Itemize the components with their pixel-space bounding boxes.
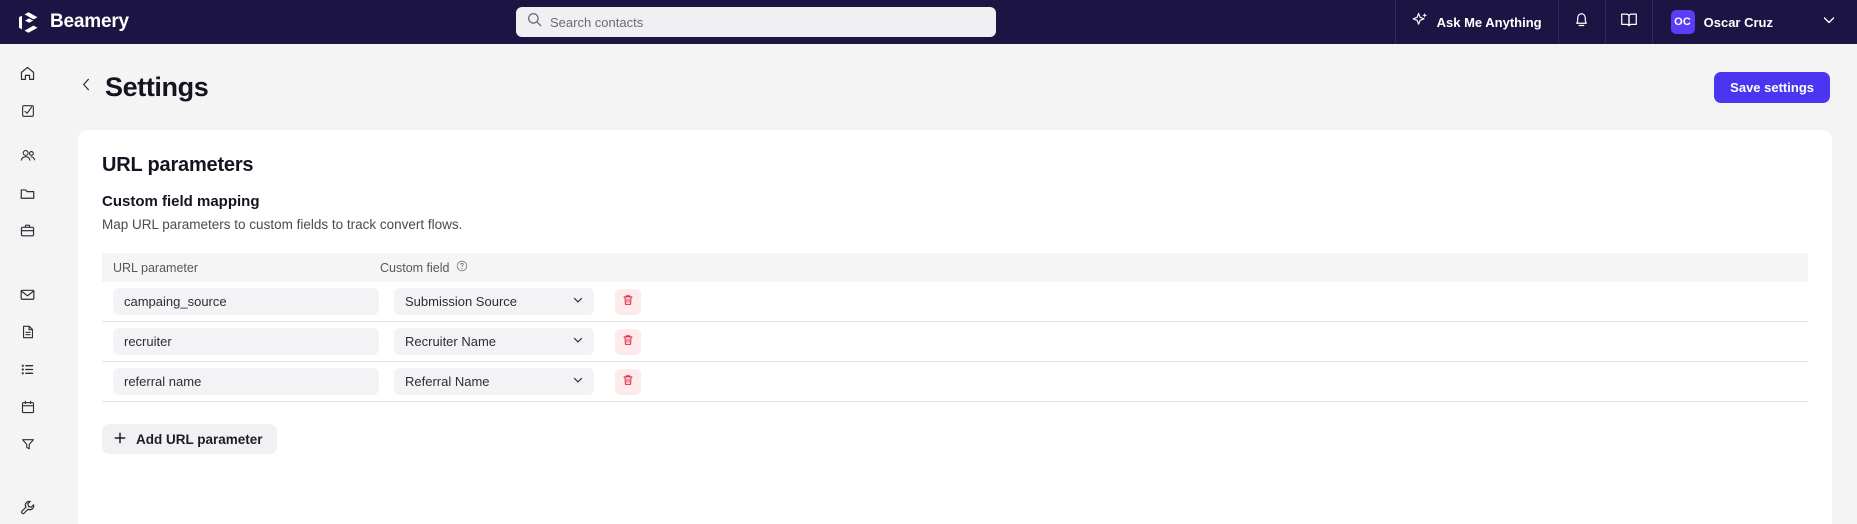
delete-row-button[interactable] xyxy=(615,328,641,355)
table-row: Recruiter Name xyxy=(102,322,1808,362)
table-header-row: URL parameter Custom field xyxy=(102,253,1808,282)
home-icon xyxy=(19,65,36,87)
chevron-down-icon xyxy=(571,373,585,390)
sidebar-item-home[interactable] xyxy=(8,62,48,89)
task-square-icon xyxy=(20,103,36,124)
top-navigation-bar: Beamery Ask Me Anything xyxy=(0,0,1857,44)
ask-me-anything-label: Ask Me Anything xyxy=(1436,14,1542,30)
plus-icon xyxy=(113,431,127,448)
search-input[interactable] xyxy=(550,14,985,30)
user-name: Oscar Cruz xyxy=(1703,14,1773,30)
search-box[interactable] xyxy=(516,7,996,37)
url-parameter-input[interactable] xyxy=(113,368,379,395)
table-row: Referral Name xyxy=(102,362,1808,402)
trash-icon xyxy=(621,293,635,310)
sidebar-item-messages[interactable] xyxy=(8,284,48,311)
beamery-logo-icon xyxy=(16,10,41,35)
custom-field-select[interactable]: Referral Name xyxy=(394,368,594,395)
sidebar-item-pools[interactable] xyxy=(8,182,48,209)
folder-icon xyxy=(19,185,36,207)
add-url-parameter-button[interactable]: Add URL parameter xyxy=(102,424,277,454)
document-icon xyxy=(20,324,36,345)
notifications-button[interactable] xyxy=(1559,0,1605,44)
sidebar-item-tasks[interactable] xyxy=(8,100,48,127)
people-icon xyxy=(19,147,37,170)
global-search[interactable] xyxy=(516,7,996,37)
user-menu[interactable]: OC Oscar Cruz xyxy=(1653,0,1787,44)
user-menu-expand-button[interactable] xyxy=(1787,12,1857,33)
ask-me-anything-button[interactable]: Ask Me Anything xyxy=(1396,0,1558,44)
list-icon xyxy=(19,361,36,383)
knowledge-base-button[interactable] xyxy=(1606,0,1652,44)
url-parameters-table: URL parameter Custom field Su xyxy=(102,253,1808,402)
sidebar-item-filters[interactable] xyxy=(8,433,48,460)
trash-icon xyxy=(621,333,635,350)
chevron-down-icon xyxy=(571,293,585,310)
help-icon[interactable] xyxy=(456,260,468,275)
calendar-icon xyxy=(20,399,36,420)
sidebar-item-contacts[interactable] xyxy=(8,145,48,172)
sidebar-item-vacancies[interactable] xyxy=(8,220,48,247)
chevron-down-icon xyxy=(1821,12,1837,33)
custom-field-select-value: Submission Source xyxy=(405,294,517,309)
save-settings-button[interactable]: Save settings xyxy=(1714,72,1830,103)
trash-icon xyxy=(621,373,635,390)
briefcase-icon xyxy=(19,222,36,244)
url-parameter-input[interactable] xyxy=(113,328,379,355)
column-header-url-parameter: URL parameter xyxy=(113,260,198,275)
search-icon xyxy=(527,12,542,32)
custom-field-select-value: Recruiter Name xyxy=(405,334,497,349)
top-bar-right-actions: Ask Me Anything OC Oscar Cruz xyxy=(1394,0,1857,44)
funnel-icon xyxy=(20,436,36,457)
custom-field-select[interactable]: Recruiter Name xyxy=(394,328,594,355)
column-header-custom-field-label: Custom field xyxy=(380,260,450,275)
page-header: Settings xyxy=(55,44,1857,130)
sidebar-item-pages[interactable] xyxy=(8,321,48,348)
page-title: Settings xyxy=(105,71,209,102)
subsection-title: Custom field mapping xyxy=(102,193,260,210)
section-title: URL parameters xyxy=(102,154,254,176)
settings-content-card: URL parameters Custom field mapping Map … xyxy=(78,130,1832,524)
avatar: OC xyxy=(1670,10,1695,34)
custom-field-select-value: Referral Name xyxy=(405,374,490,389)
section-description: Map URL parameters to custom fields to t… xyxy=(102,217,463,232)
sidebar-item-settings[interactable] xyxy=(8,497,48,524)
left-sidebar xyxy=(0,44,55,524)
chevron-down-icon xyxy=(571,333,585,350)
column-header-custom-field: Custom field xyxy=(380,260,468,275)
table-row: Submission Source xyxy=(102,282,1808,322)
delete-row-button[interactable] xyxy=(615,368,641,395)
sidebar-item-lists[interactable] xyxy=(8,358,48,385)
back-button[interactable] xyxy=(73,74,99,100)
sidebar-item-calendar[interactable] xyxy=(8,396,48,423)
brand-logo[interactable]: Beamery xyxy=(16,10,196,35)
add-url-parameter-label: Add URL parameter xyxy=(136,431,263,447)
delete-row-button[interactable] xyxy=(615,288,641,315)
custom-field-select[interactable]: Submission Source xyxy=(394,288,594,315)
sparkle-icon xyxy=(1412,12,1429,32)
chevron-left-icon xyxy=(79,77,94,97)
bell-icon xyxy=(1572,10,1591,34)
book-icon xyxy=(1619,10,1639,35)
wrench-icon xyxy=(19,499,36,521)
url-parameter-input[interactable] xyxy=(113,288,379,315)
envelope-icon xyxy=(19,286,36,308)
brand-name: Beamery xyxy=(50,11,129,32)
